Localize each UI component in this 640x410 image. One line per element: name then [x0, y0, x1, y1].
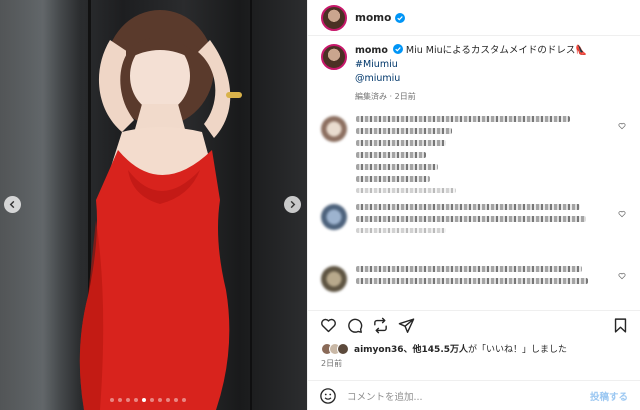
comment-composer: コメントを追加... 投稿する [308, 380, 640, 410]
blurred-comment-line [356, 216, 586, 222]
caption-block: momo Miu Miuによるカスタムメイドのドレス👠 #Miumiu @miu… [321, 44, 587, 104]
blurred-comment-line [356, 176, 430, 182]
commenter-avatar[interactable] [321, 116, 347, 142]
comment-like-icon[interactable] [618, 122, 626, 130]
post-photo-figure [79, 10, 242, 410]
comment-input[interactable]: コメントを追加... [347, 389, 590, 403]
repost-icon[interactable] [372, 317, 389, 334]
carousel-prev-button[interactable] [4, 196, 21, 213]
carousel-dot [142, 398, 146, 402]
carousel-dot [118, 398, 122, 402]
author-avatar[interactable] [321, 4, 347, 31]
mention-link[interactable]: @miumiu [355, 72, 587, 86]
comment-item [321, 266, 588, 292]
hashtag-link[interactable]: #Miumiu [355, 58, 587, 72]
comment-item [321, 204, 586, 239]
likes-summary[interactable]: aimyon36、他145.5万人が「いいね！」しました [321, 342, 567, 355]
comment-like-icon[interactable] [618, 272, 626, 280]
bookmark-icon[interactable] [612, 317, 629, 334]
carousel-dot [182, 398, 186, 402]
liker-avatar [337, 342, 349, 355]
post-action-bar [308, 310, 640, 338]
carousel-dot [110, 398, 114, 402]
blurred-comment-line [356, 278, 588, 284]
blurred-comment-meta [356, 188, 456, 193]
caption-meta: 編集済み · 2日前 [355, 92, 416, 101]
liker-username[interactable]: aimyon36 [354, 345, 404, 355]
verified-badge-icon [392, 44, 403, 54]
post-details-panel: momo momo Miu Miuによるカスタムメイドのドレス👠 #Miumiu… [307, 0, 640, 410]
blurred-comment-line [356, 204, 580, 210]
blurred-comment-line [356, 140, 446, 146]
carousel-indicator [110, 398, 186, 402]
carousel-next-button[interactable] [284, 196, 301, 213]
emoji-icon[interactable] [319, 387, 337, 405]
carousel-dot [134, 398, 138, 402]
likes-suffix: が「いいね！」しました [468, 345, 568, 355]
blurred-comment-line [356, 116, 570, 122]
carousel-dot [150, 398, 154, 402]
comment-item [321, 116, 570, 199]
post-comment-button[interactable]: 投稿する [590, 389, 628, 403]
post-date: 2日前 [321, 359, 343, 368]
verified-badge-icon [395, 12, 406, 23]
author-username[interactable]: momo [355, 12, 391, 24]
blurred-comment-line [356, 152, 426, 158]
chevron-right-icon [290, 200, 296, 209]
heart-icon[interactable] [320, 317, 337, 334]
post-photo[interactable] [0, 0, 307, 410]
commenter-avatar[interactable] [321, 204, 347, 230]
share-icon[interactable] [398, 317, 415, 334]
comment-icon[interactable] [346, 317, 363, 334]
post-header: momo [308, 0, 640, 36]
commenter-avatar[interactable] [321, 266, 347, 292]
blurred-comment-line [356, 164, 438, 170]
caption-author-avatar[interactable] [321, 44, 347, 70]
carousel-dot [166, 398, 170, 402]
carousel-dot [126, 398, 130, 402]
carousel-dot [174, 398, 178, 402]
likes-count[interactable]: 、他145.5万人 [404, 345, 468, 355]
blurred-comment-line [356, 128, 452, 134]
caption-text: Miu Miuによるカスタムメイドのドレス👠 [405, 45, 588, 56]
carousel-dot [158, 398, 162, 402]
comment-like-icon[interactable] [618, 210, 626, 218]
caption-username[interactable]: momo [355, 45, 388, 56]
blurred-comment-meta [356, 228, 446, 233]
blurred-comment-line [356, 266, 582, 272]
chevron-left-icon [9, 200, 15, 209]
